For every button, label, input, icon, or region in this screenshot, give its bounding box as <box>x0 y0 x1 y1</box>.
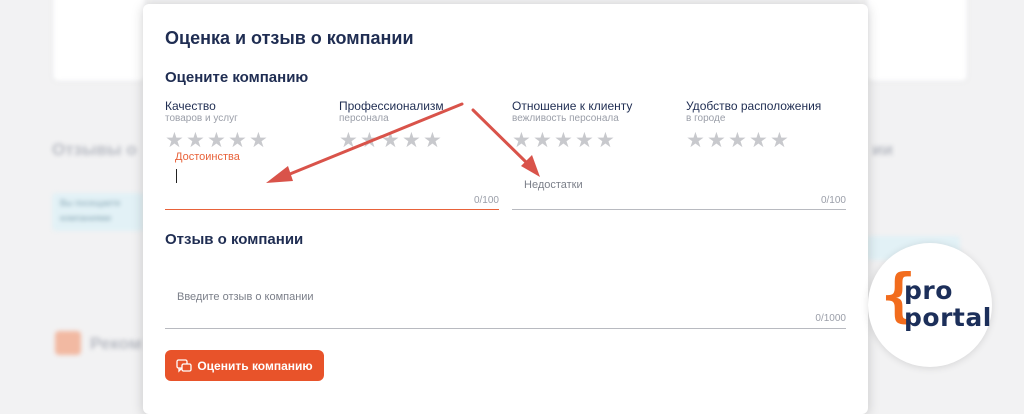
star-rating: ★ ★ ★ ★ ★ <box>165 130 325 151</box>
star-icon[interactable]: ★ <box>533 130 554 151</box>
review-modal: Оценка и отзыв о компании Оцените компан… <box>143 4 868 414</box>
rate-heading: Оцените компанию <box>165 69 309 86</box>
criterion-sub: в городе <box>686 113 726 124</box>
star-icon[interactable]: ★ <box>770 130 791 151</box>
star-icon[interactable]: ★ <box>512 130 533 151</box>
star-icon[interactable]: ★ <box>554 130 575 151</box>
review-counter: 0/1000 <box>815 313 846 324</box>
star-rating: ★ ★ ★ ★ ★ <box>686 130 846 151</box>
criterion-quality: Качество товаров и услуг ★ ★ ★ ★ ★ <box>165 99 325 151</box>
proportal-logo: { pro portal <box>868 243 992 367</box>
star-rating: ★ ★ ★ ★ ★ <box>512 130 672 151</box>
review-underline <box>165 328 846 329</box>
star-icon[interactable]: ★ <box>186 130 207 151</box>
criterion-sub: вежливость персонала <box>512 113 619 124</box>
review-heading: Отзыв о компании <box>165 231 304 248</box>
background-section-title-right: ии <box>872 140 893 159</box>
background-section-title: Отзывы о <box>52 140 137 159</box>
star-icon[interactable]: ★ <box>686 130 707 151</box>
modal-title: Оценка и отзыв о компании <box>165 28 414 48</box>
star-icon[interactable]: ★ <box>575 130 596 151</box>
review-icon <box>176 358 192 373</box>
star-icon[interactable]: ★ <box>381 130 402 151</box>
criterion-sub: персонала <box>339 113 389 124</box>
star-icon[interactable]: ★ <box>360 130 381 151</box>
background-card <box>52 0 146 82</box>
submit-review-button[interactable]: Оценить компанию <box>165 350 324 381</box>
criterion-label: Удобство расположения <box>686 99 822 113</box>
star-icon[interactable]: ★ <box>249 130 270 151</box>
background-card <box>866 0 968 82</box>
star-icon[interactable]: ★ <box>228 130 249 151</box>
submit-label: Оценить компанию <box>197 358 313 373</box>
pros-underline <box>165 209 499 210</box>
review-textarea[interactable]: Введите отзыв о компании 0/1000 <box>165 284 846 330</box>
criterion-label: Отношение к клиенту <box>512 99 633 113</box>
background-banner-text: компаниями <box>60 213 112 223</box>
criterion-label: Профессионализм <box>339 99 444 113</box>
star-icon[interactable]: ★ <box>423 130 444 151</box>
criterion-label: Качество <box>165 99 216 113</box>
star-icon[interactable]: ★ <box>207 130 228 151</box>
cons-field[interactable]: Недостатки 0/100 <box>512 174 846 212</box>
pros-label: Достоинства <box>175 151 240 163</box>
criterion-location: Удобство расположения в городе ★ ★ ★ ★ ★ <box>686 99 846 151</box>
star-icon[interactable]: ★ <box>707 130 728 151</box>
star-icon[interactable]: ★ <box>402 130 423 151</box>
text-caret <box>176 169 177 183</box>
cons-counter: 0/100 <box>820 195 846 206</box>
cons-underline <box>512 209 846 210</box>
star-icon[interactable]: ★ <box>749 130 770 151</box>
pros-counter: 0/100 <box>473 195 499 206</box>
criterion-sub: товаров и услуг <box>165 113 238 124</box>
thumbs-up-icon <box>55 331 81 355</box>
logo-text-pro: pro <box>904 276 953 305</box>
criterion-attitude: Отношение к клиенту вежливость персонала… <box>512 99 672 151</box>
star-icon[interactable]: ★ <box>165 130 186 151</box>
cons-label: Недостатки <box>524 179 583 191</box>
review-placeholder: Введите отзыв о компании <box>177 291 314 303</box>
star-icon[interactable]: ★ <box>596 130 617 151</box>
logo-text-portal: portal <box>904 303 992 332</box>
criterion-professionalism: Профессионализм персонала ★ ★ ★ ★ ★ <box>339 99 499 151</box>
background-banner-text: Вы посещаете <box>60 198 121 208</box>
star-rating: ★ ★ ★ ★ ★ <box>339 130 499 151</box>
star-icon[interactable]: ★ <box>339 130 360 151</box>
background-recommend-label: Реком <box>90 334 142 353</box>
pros-field[interactable]: Достоинства 0/100 <box>165 150 499 212</box>
background-banner: Вы посещаете компаниями <box>52 193 144 231</box>
star-icon[interactable]: ★ <box>728 130 749 151</box>
